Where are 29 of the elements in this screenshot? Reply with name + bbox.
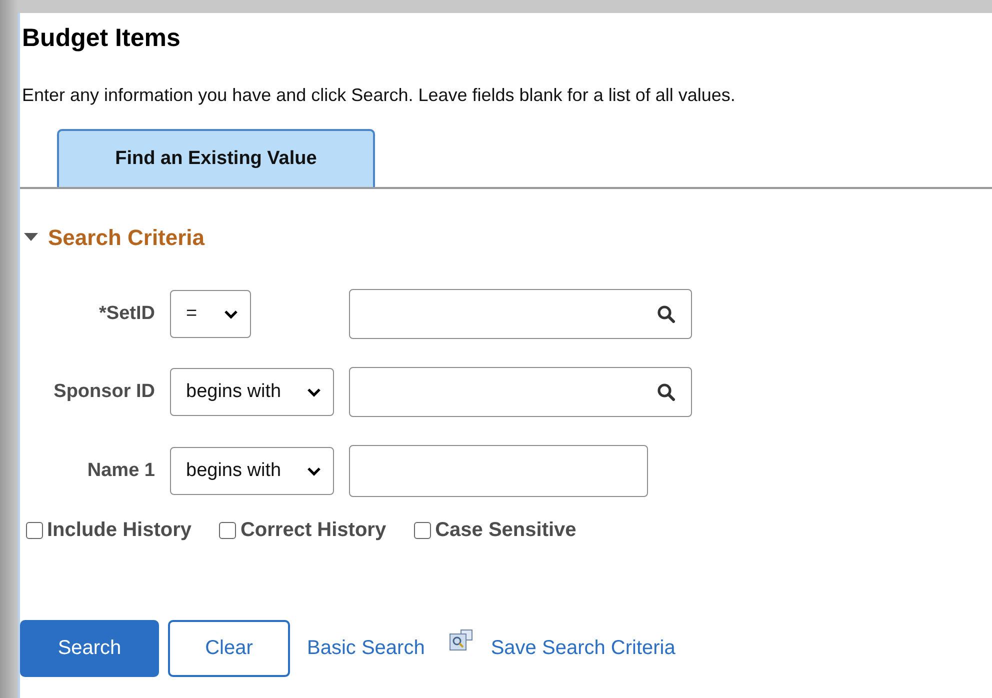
search-icon[interactable] [657,383,676,401]
checkbox[interactable] [26,522,43,539]
checkbox[interactable] [414,522,432,539]
chevron-down-icon [307,388,322,396]
checkbox[interactable] [219,522,236,539]
operator-dropdown[interactable]: = [170,290,251,338]
page-title: Budget Items [22,23,182,54]
link[interactable]: Save Search Criteria [490,637,676,660]
input-field[interactable] [349,289,692,339]
section-title: Search Criteria [48,225,205,251]
search-button[interactable]: Search [20,620,159,677]
tab[interactable]: Find an Existing Value [57,129,375,187]
checkbox-label: Include History [47,519,192,542]
field-label: Sponsor ID [52,381,155,403]
link[interactable]: Basic Search [307,637,425,660]
collapse-triangle-icon[interactable] [24,233,38,243]
chevron-down-icon [307,466,322,476]
checkbox-label: Case Sensitive [435,519,576,542]
input-field[interactable] [349,367,692,417]
chevron-down-icon [224,310,238,318]
operator-dropdown[interactable]: begins with [170,447,334,495]
field-label: Name 1 [86,460,155,482]
search-icon[interactable] [657,305,676,323]
checkbox-label: Correct History [240,519,386,542]
input-field[interactable] [349,445,648,497]
clear-button[interactable]: Clear [168,620,290,677]
operator-dropdown[interactable]: begins with [170,368,334,416]
field-label: *SetID [98,303,155,325]
instructions-text: Enter any information you have and click Search. Leave fields blank for a list of all values. [22,84,736,107]
